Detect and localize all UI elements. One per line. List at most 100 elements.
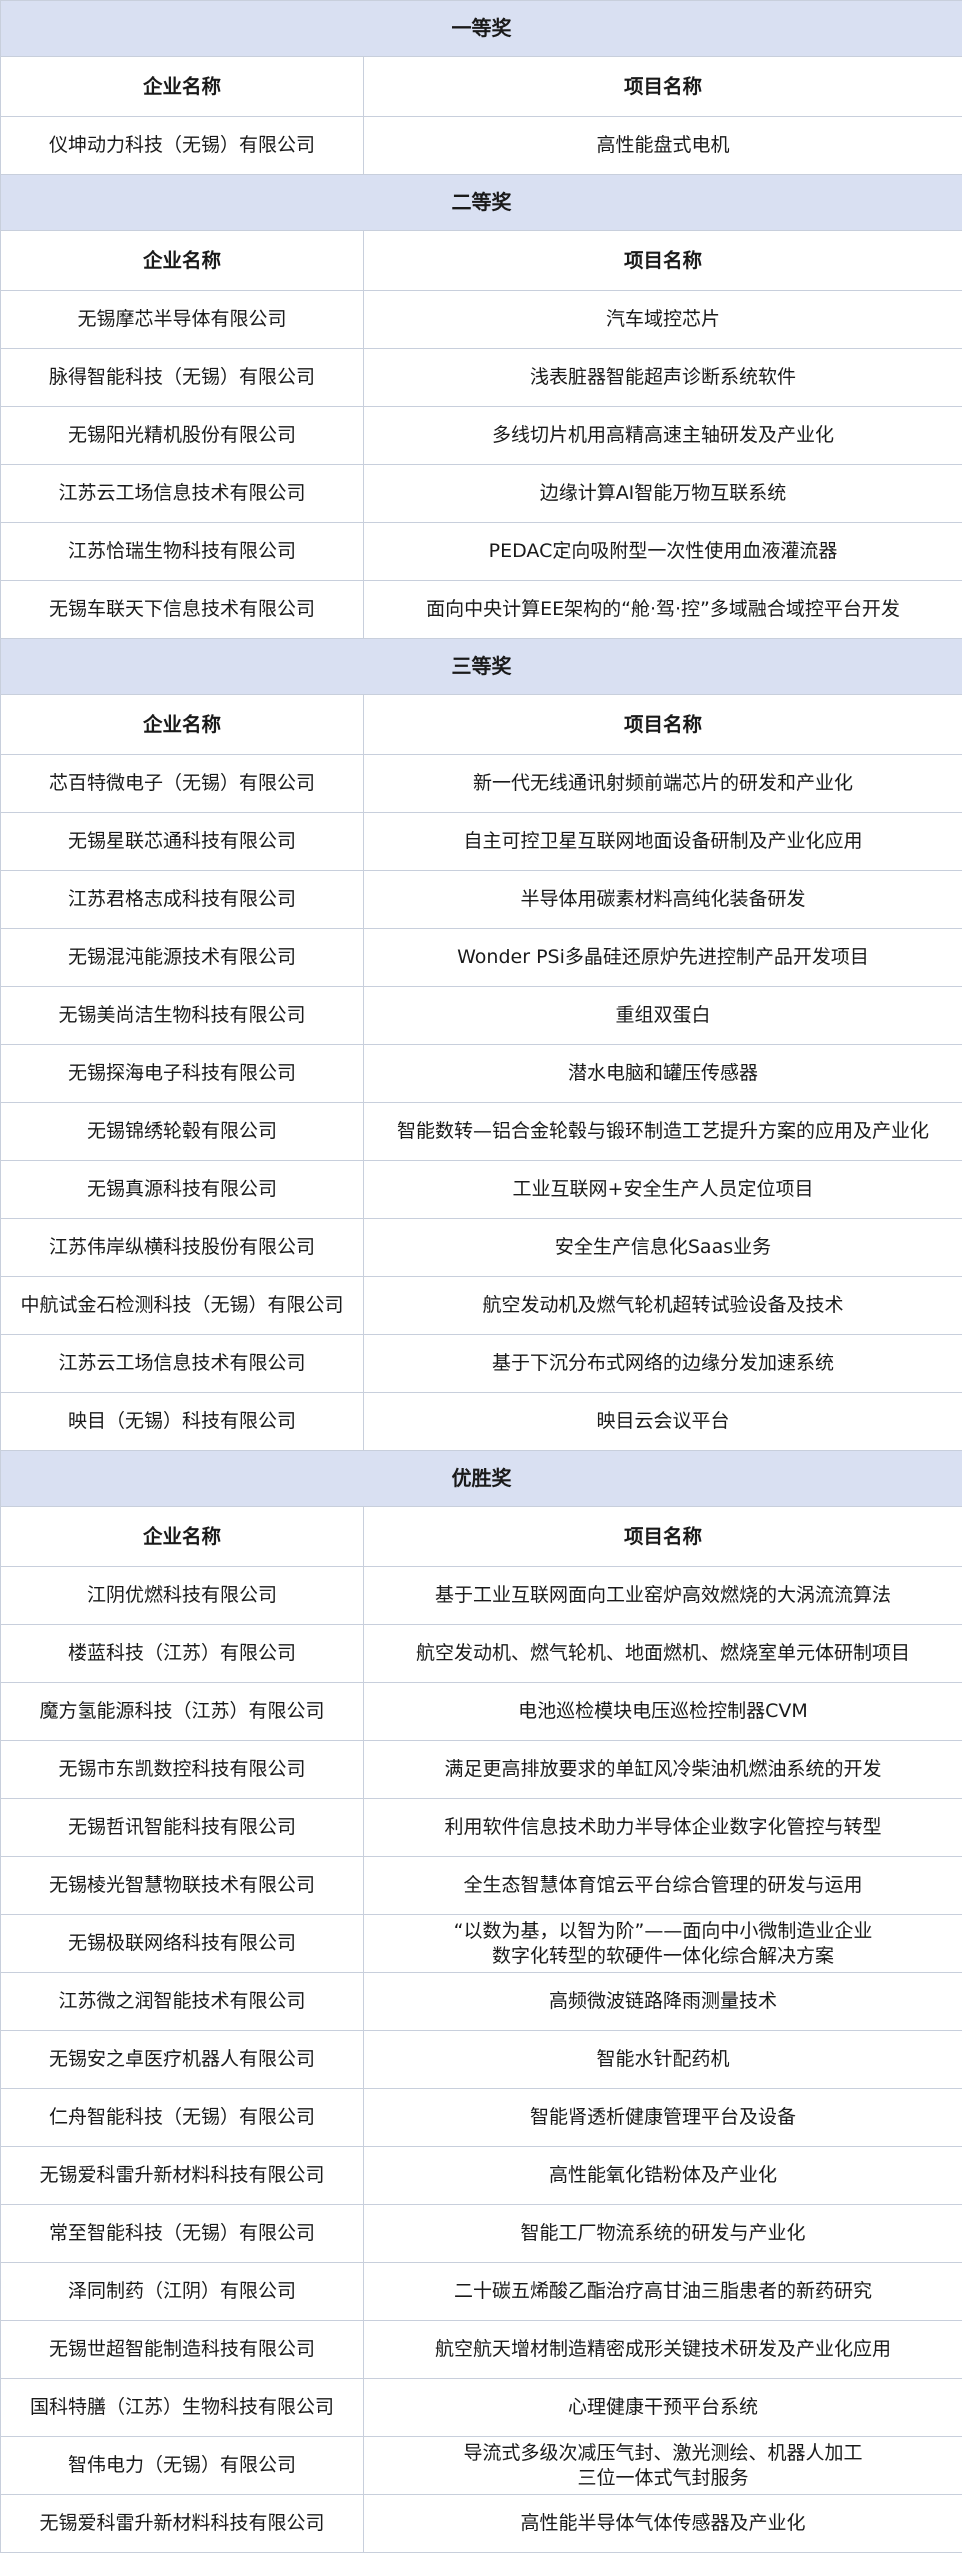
project-name: 全生态智慧体育馆云平台综合管理的研发与运用 [463,1874,863,1896]
project-name-cell: 浅表脏器智能超声诊断系统软件 [363,348,962,407]
company-name: 江苏微之润智能技术有限公司 [58,1990,306,2012]
table-row: 无锡锦绣轮毂有限公司 智能数转—铝合金轮毂与锻环制造工艺提升方案的应用及产业化 [0,1102,962,1161]
table-row: 智伟电力（无锡）有限公司 导流式多级次减压气封、激光测绘、机器人加工 三位一体式… [0,2436,962,2495]
company-name-cell: 无锡爱科雷升新材料科技有限公司 [0,2146,364,2205]
project-name-cell: Wonder PSi多晶硅还原炉先进控制产品开发项目 [363,928,962,987]
project-name: 智能水针配药机 [596,2048,730,2070]
company-name-cell: 仪坤动力科技（无锡）有限公司 [0,116,364,175]
award-section-title: 三等奖 [0,638,962,695]
project-name: 重组双蛋白 [615,1004,711,1026]
project-name-cell: 自主可控卫星互联网地面设备研制及产业化应用 [363,812,962,871]
company-name-cell: 无锡市东凯数控科技有限公司 [0,1740,364,1799]
project-name-cell: “以数为基，以智为阶”——面向中小微制造业企业 数字化转型的软硬件一体化综合解决… [363,1914,962,1973]
table-row: 无锡哲讯智能科技有限公司 利用软件信息技术助力半导体企业数字化管控与转型 [0,1798,962,1857]
company-name: 仪坤动力科技（无锡）有限公司 [48,134,315,156]
table-row: 无锡真源科技有限公司 工业互联网+安全生产人员定位项目 [0,1160,962,1219]
project-name: 电池巡检模块电压巡检控制器CVM [518,1700,808,1722]
project-name-cell: 潜水电脑和罐压传感器 [363,1044,962,1103]
project-column-header: 项目名称 [363,1506,962,1567]
project-name-cell: 新一代无线通讯射频前端芯片的研发和产业化 [363,754,962,813]
project-name-cell: 航空航天增材制造精密成形关键技术研发及产业化应用 [363,2320,962,2379]
company-name: 魔方氢能源科技（江苏）有限公司 [39,1700,325,1722]
company-name-cell: 泽同制药（江阴）有限公司 [0,2262,364,2321]
company-name-cell: 楼蓝科技（江苏）有限公司 [0,1624,364,1683]
project-name: 心理健康干预平台系统 [567,2396,758,2418]
company-name: 无锡真源科技有限公司 [86,1178,277,1200]
company-name-cell: 国科特膳（江苏）生物科技有限公司 [0,2378,364,2437]
table-row: 江苏恰瑞生物科技有限公司 PEDAC定向吸附型一次性使用血液灌流器 [0,522,962,581]
company-name: 楼蓝科技（江苏）有限公司 [67,1642,296,1664]
company-name: 无锡爱科雷升新材料科技有限公司 [39,2512,325,2534]
company-name-cell: 无锡星联芯通科技有限公司 [0,812,364,871]
company-name: 无锡爱科雷升新材料科技有限公司 [39,2164,325,2186]
project-name-cell: 重组双蛋白 [363,986,962,1045]
table-row: 无锡棱光智慧物联技术有限公司 全生态智慧体育馆云平台综合管理的研发与运用 [0,1856,962,1915]
company-name: 无锡哲讯智能科技有限公司 [67,1816,296,1838]
table-row: 仁舟智能科技（无锡）有限公司 智能肾透析健康管理平台及设备 [0,2088,962,2147]
company-name-cell: 江苏君格志成科技有限公司 [0,870,364,929]
project-name-cell: 电池巡检模块电压巡检控制器CVM [363,1682,962,1741]
table-row: 江苏伟岸纵横科技股份有限公司 安全生产信息化Saas业务 [0,1218,962,1277]
project-name: 二十碳五烯酸乙酯治疗高甘油三脂患者的新药研究 [453,2280,872,2302]
project-name: 半导体用碳素材料高纯化装备研发 [520,888,806,910]
project-name-cell: 智能数转—铝合金轮毂与锻环制造工艺提升方案的应用及产业化 [363,1102,962,1161]
company-name-cell: 智伟电力（无锡）有限公司 [0,2436,364,2495]
table-row: 无锡摩芯半导体有限公司 汽车域控芯片 [0,290,962,349]
company-name-cell: 江阴优燃科技有限公司 [0,1566,364,1625]
table-row: 芯百特微电子（无锡）有限公司 新一代无线通讯射频前端芯片的研发和产业化 [0,754,962,813]
company-name: 芯百特微电子（无锡）有限公司 [48,772,315,794]
company-column-header: 企业名称 [0,230,364,291]
table-row: 国科特膳（江苏）生物科技有限公司 心理健康干预平台系统 [0,2378,962,2437]
company-name: 江苏云工场信息技术有限公司 [58,1352,306,1374]
company-name: 无锡棱光智慧物联技术有限公司 [48,1874,315,1896]
company-name: 中航试金石检测科技（无锡）有限公司 [20,1294,344,1316]
award-section-header: 三等奖 [0,638,962,695]
column-header-row: 企业名称 项目名称 [0,1506,962,1567]
company-name: 无锡摩芯半导体有限公司 [77,308,287,330]
column-header-row: 企业名称 项目名称 [0,56,962,117]
project-name: 航空发动机及燃气轮机超转试验设备及技术 [482,1294,844,1316]
awards-table: 一等奖 企业名称 项目名称 仪坤动力科技（无锡）有限公司 高性能盘式电机 二等奖… [0,0,962,2553]
table-row: 无锡阳光精机股份有限公司 多线切片机用高精高速主轴研发及产业化 [0,406,962,465]
project-name-cell: 二十碳五烯酸乙酯治疗高甘油三脂患者的新药研究 [363,2262,962,2321]
project-name: 智能工厂物流系统的研发与产业化 [520,2222,806,2244]
project-name-cell: 利用软件信息技术助力半导体企业数字化管控与转型 [363,1798,962,1857]
table-row: 江苏微之润智能技术有限公司 高频微波链路降雨测量技术 [0,1972,962,2031]
table-row: 无锡爱科雷升新材料科技有限公司 高性能半导体气体传感器及产业化 [0,2494,962,2553]
table-row: 无锡极联网络科技有限公司 “以数为基，以智为阶”——面向中小微制造业企业 数字化… [0,1914,962,1973]
project-name: PEDAC定向吸附型一次性使用血液灌流器 [488,540,838,562]
project-name-cell: 智能工厂物流系统的研发与产业化 [363,2204,962,2263]
company-name-cell: 无锡摩芯半导体有限公司 [0,290,364,349]
company-name: 江苏恰瑞生物科技有限公司 [67,540,296,562]
company-name-cell: 无锡车联天下信息技术有限公司 [0,580,364,639]
awards-table-body: 一等奖 企业名称 项目名称 仪坤动力科技（无锡）有限公司 高性能盘式电机 二等奖… [0,0,962,2553]
project-name-cell: PEDAC定向吸附型一次性使用血液灌流器 [363,522,962,581]
project-name-cell: 工业互联网+安全生产人员定位项目 [363,1160,962,1219]
company-name-cell: 无锡阳光精机股份有限公司 [0,406,364,465]
company-name-cell: 江苏云工场信息技术有限公司 [0,464,364,523]
project-name-cell: 基于工业互联网面向工业窑炉高效燃烧的大涡流流算法 [363,1566,962,1625]
project-name-cell: 智能肾透析健康管理平台及设备 [363,2088,962,2147]
table-row: 中航试金石检测科技（无锡）有限公司 航空发动机及燃气轮机超转试验设备及技术 [0,1276,962,1335]
company-name-cell: 无锡棱光智慧物联技术有限公司 [0,1856,364,1915]
project-name: 高频微波链路降雨测量技术 [548,1990,777,2012]
project-name: 自主可控卫星互联网地面设备研制及产业化应用 [463,830,863,852]
company-name-cell: 无锡世超智能制造科技有限公司 [0,2320,364,2379]
company-name: 无锡极联网络科技有限公司 [67,1932,296,1954]
company-name-cell: 江苏恰瑞生物科技有限公司 [0,522,364,581]
company-name: 脉得智能科技（无锡）有限公司 [48,366,315,388]
project-name-cell: 航空发动机、燃气轮机、地面燃机、燃烧室单元体研制项目 [363,1624,962,1683]
table-row: 江苏云工场信息技术有限公司 边缘计算AI智能万物互联系统 [0,464,962,523]
table-row: 无锡爱科雷升新材料科技有限公司 高性能氧化锆粉体及产业化 [0,2146,962,2205]
award-section-header: 一等奖 [0,0,962,57]
table-row: 楼蓝科技（江苏）有限公司 航空发动机、燃气轮机、地面燃机、燃烧室单元体研制项目 [0,1624,962,1683]
company-name: 无锡世超智能制造科技有限公司 [48,2338,315,2360]
table-row: 魔方氢能源科技（江苏）有限公司 电池巡检模块电压巡检控制器CVM [0,1682,962,1741]
award-section-header: 优胜奖 [0,1450,962,1507]
project-name: “以数为基，以智为阶”——面向中小微制造业企业 数字化转型的软硬件一体化综合解决… [453,1919,873,1967]
company-name-cell: 江苏伟岸纵横科技股份有限公司 [0,1218,364,1277]
project-name: 面向中央计算EE架构的“舱·驾·控”多域融合域控平台开发 [426,598,900,620]
project-column-header: 项目名称 [363,230,962,291]
company-name-cell: 无锡哲讯智能科技有限公司 [0,1798,364,1857]
project-name: 汽车域控芯片 [605,308,720,330]
